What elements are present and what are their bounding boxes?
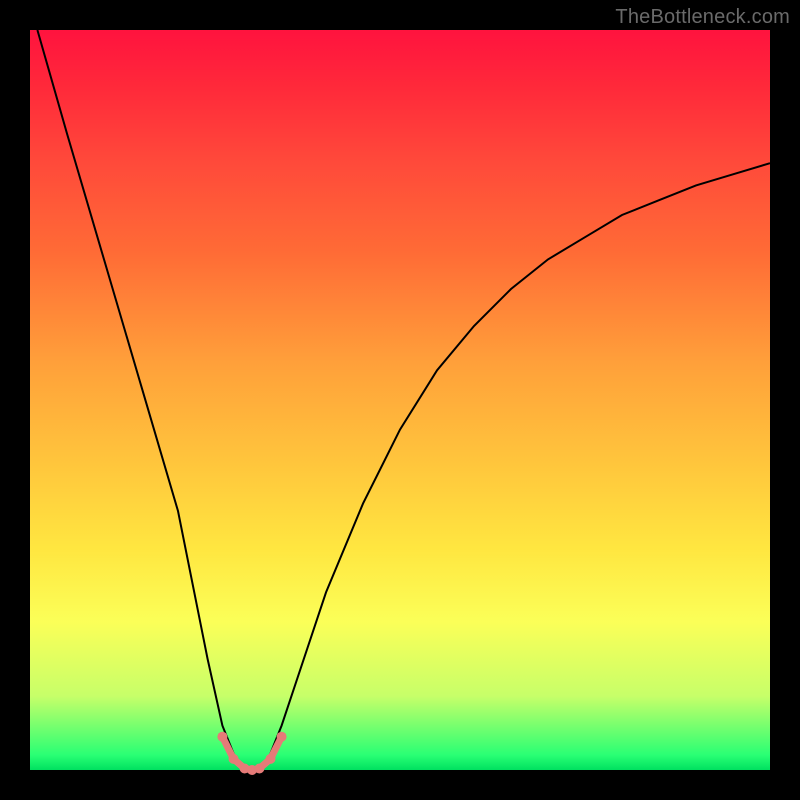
watermark-text: TheBottleneck.com	[615, 6, 790, 29]
bottleneck-curve-path	[37, 30, 770, 770]
optimal-region-dot	[277, 732, 287, 742]
optimal-region-dot	[217, 732, 227, 742]
chart-svg	[30, 30, 770, 770]
optimal-region-dot	[266, 754, 276, 764]
optimal-region-dot	[229, 754, 239, 764]
bottleneck-curve	[37, 30, 770, 770]
chart-plot-area	[30, 30, 770, 770]
optimal-region-dot	[254, 764, 264, 774]
